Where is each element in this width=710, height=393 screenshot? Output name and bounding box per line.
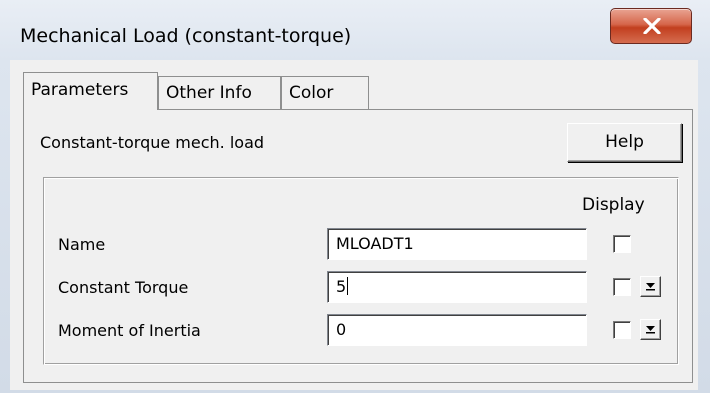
moment-of-inertia-field[interactable]: 0: [327, 314, 587, 346]
help-button[interactable]: Help: [567, 123, 682, 162]
moment-of-inertia-display-checkbox[interactable]: [613, 321, 631, 339]
moment-of-inertia-value: 0: [336, 320, 347, 339]
display-column-header: Display: [582, 195, 645, 215]
dialog-window: Mechanical Load (constant-torque) Parame…: [0, 0, 710, 393]
text-caret: [347, 277, 349, 295]
name-label: Name: [58, 235, 106, 254]
constant-torque-label: Constant Torque: [58, 278, 189, 297]
parameters-panel: Constant-torque mech. load Help Display …: [23, 109, 693, 383]
tab-parameters[interactable]: Parameters: [23, 72, 158, 110]
name-value: MLOADT1: [336, 234, 414, 253]
title-bar[interactable]: Mechanical Load (constant-torque): [0, 0, 710, 56]
tab-strip: Parameters Other Info Color: [10, 60, 698, 112]
tab-color[interactable]: Color: [281, 76, 369, 110]
close-x-icon: [643, 18, 661, 34]
moment-of-inertia-label: Moment of Inertia: [58, 321, 201, 340]
window-title: Mechanical Load (constant-torque): [20, 25, 352, 47]
constant-torque-dropdown-button[interactable]: [640, 276, 661, 297]
name-field[interactable]: MLOADT1: [327, 228, 587, 260]
tab-other-info[interactable]: Other Info: [158, 76, 281, 110]
close-button[interactable]: [610, 8, 692, 44]
dropdown-arrow-icon: [646, 283, 655, 291]
constant-torque-value: 5: [336, 277, 347, 296]
name-display-checkbox[interactable]: [613, 235, 631, 253]
constant-torque-field[interactable]: 5: [327, 271, 587, 303]
dropdown-arrow-icon: [646, 326, 655, 334]
moment-of-inertia-dropdown-button[interactable]: [640, 319, 661, 340]
parameters-group: Display Name MLOADT1 Constant Torque 5 M…: [43, 177, 679, 365]
dialog-client-area: Parameters Other Info Color Constant-tor…: [10, 60, 698, 390]
constant-torque-display-checkbox[interactable]: [613, 278, 631, 296]
component-description: Constant-torque mech. load: [40, 133, 265, 152]
